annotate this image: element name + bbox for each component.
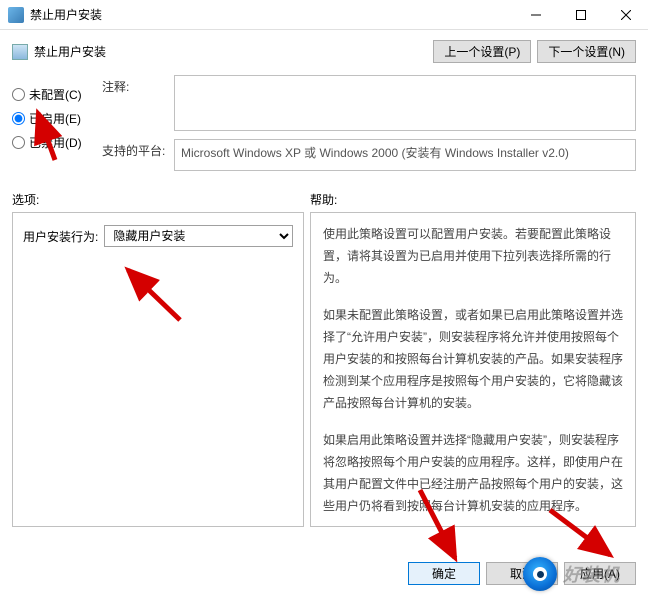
policy-title: 禁止用户安装 bbox=[34, 43, 427, 60]
platform-row: 支持的平台: Microsoft Windows XP 或 Windows 20… bbox=[102, 139, 636, 171]
comment-label: 注释: bbox=[102, 75, 174, 131]
radio-enabled-label: 已启用(E) bbox=[29, 110, 81, 127]
prev-setting-button[interactable]: 上一个设置(P) bbox=[433, 40, 531, 63]
window-title: 禁止用户安装 bbox=[30, 6, 513, 23]
radio-not-configured-input[interactable] bbox=[12, 88, 25, 101]
radio-enabled[interactable]: 已启用(E) bbox=[12, 110, 102, 127]
help-panel: 使用此策略设置可以配置用户安装。若要配置此策略设置，请将其设置为已启用并使用下拉… bbox=[310, 212, 636, 527]
options-section-label: 选项: bbox=[12, 191, 310, 208]
apply-button[interactable]: 应用(A) bbox=[564, 562, 636, 585]
supported-platform-box: Microsoft Windows XP 或 Windows 2000 (安装有… bbox=[174, 139, 636, 171]
radio-not-configured[interactable]: 未配置(C) bbox=[12, 86, 102, 103]
close-button[interactable] bbox=[603, 0, 648, 29]
radio-disabled-input[interactable] bbox=[12, 136, 25, 149]
policy-icon bbox=[12, 44, 28, 60]
radio-disabled-label: 已禁用(D) bbox=[29, 134, 82, 151]
title-bar: 禁止用户安装 bbox=[0, 0, 648, 30]
ok-button[interactable]: 确定 bbox=[408, 562, 480, 585]
radio-enabled-input[interactable] bbox=[12, 112, 25, 125]
header-row: 禁止用户安装 上一个设置(P) 下一个设置(N) bbox=[0, 30, 648, 69]
details-column: 注释: 支持的平台: Microsoft Windows XP 或 Window… bbox=[102, 75, 636, 179]
window-controls bbox=[513, 0, 648, 29]
supported-platform-text: Microsoft Windows XP 或 Windows 2000 (安装有… bbox=[181, 146, 569, 160]
behavior-row: 用户安装行为: 隐藏用户安装 bbox=[23, 225, 293, 247]
footer-buttons: 确定 取消 应用(A) bbox=[408, 562, 636, 585]
radio-disabled[interactable]: 已禁用(D) bbox=[12, 134, 102, 151]
help-paragraph-2: 如果未配置此策略设置，或者如果已启用此策略设置并选择了“允许用户安装”，则安装程… bbox=[323, 304, 623, 415]
help-paragraph-3: 如果启用此策略设置并选择“隐藏用户安装”，则安装程序将忽略按照每个用户安装的应用… bbox=[323, 429, 623, 518]
platform-label: 支持的平台: bbox=[102, 139, 174, 171]
config-area: 未配置(C) 已启用(E) 已禁用(D) 注释: 支持的平台: Microsof… bbox=[0, 69, 648, 187]
app-icon bbox=[8, 7, 24, 23]
options-panel: 用户安装行为: 隐藏用户安装 bbox=[12, 212, 304, 527]
help-paragraph-1: 使用此策略设置可以配置用户安装。若要配置此策略设置，请将其设置为已启用并使用下拉… bbox=[323, 223, 623, 290]
comment-textarea[interactable] bbox=[174, 75, 636, 131]
panels: 用户安装行为: 隐藏用户安装 使用此策略设置可以配置用户安装。若要配置此策略设置… bbox=[0, 212, 648, 527]
next-setting-button[interactable]: 下一个设置(N) bbox=[537, 40, 636, 63]
section-labels: 选项: 帮助: bbox=[0, 187, 648, 212]
state-radio-group: 未配置(C) 已启用(E) 已禁用(D) bbox=[12, 75, 102, 179]
radio-not-configured-label: 未配置(C) bbox=[29, 86, 82, 103]
behavior-select[interactable]: 隐藏用户安装 bbox=[104, 225, 293, 247]
cancel-button[interactable]: 取消 bbox=[486, 562, 558, 585]
comment-row: 注释: bbox=[102, 75, 636, 131]
maximize-button[interactable] bbox=[558, 0, 603, 29]
behavior-label: 用户安装行为: bbox=[23, 228, 98, 245]
help-section-label: 帮助: bbox=[310, 191, 636, 208]
minimize-button[interactable] bbox=[513, 0, 558, 29]
